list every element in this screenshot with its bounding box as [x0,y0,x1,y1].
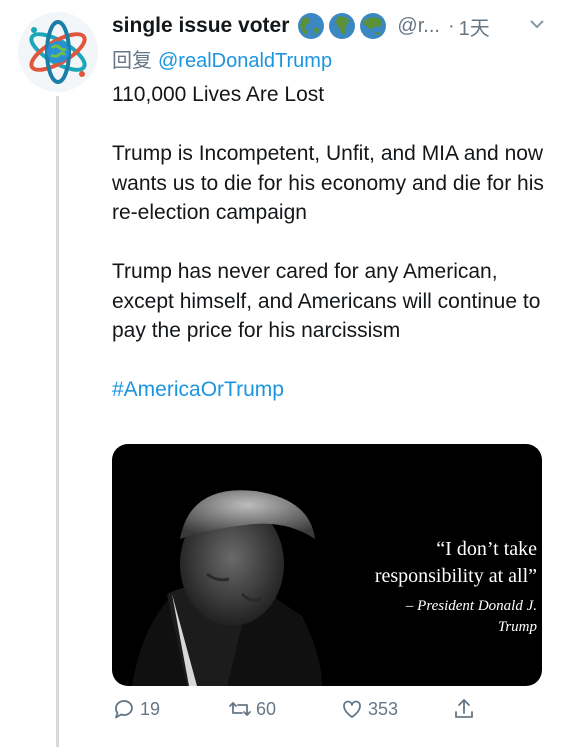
quote-line: responsibility at all” [374,565,537,587]
like-button[interactable]: 353 [340,697,398,721]
tweet-paragraph: Trump has never cared for any American, … [112,260,541,342]
quote-attribution: – President Donald J. [405,598,537,614]
share-button[interactable] [452,697,476,721]
display-name[interactable]: single issue voter [112,14,289,38]
reply-to-link[interactable]: @realDonaldTrump [158,50,332,72]
reply-icon [115,700,133,719]
quote-attribution: Trump [497,619,537,635]
tweet-actions: 19 60 353 [112,697,492,727]
retweet-button[interactable]: 60 [228,697,276,721]
tweet-paragraph: Trump is Incompetent, Unfit, and MIA and… [112,142,544,224]
retweet-icon [229,702,251,716]
retweet-count: 60 [256,698,277,719]
hashtag-link[interactable]: #AmericaOrTrump [112,375,552,405]
like-count: 353 [368,698,399,719]
quote-line: “I don’t take [436,538,537,560]
reply-context: 回复 @realDonaldTrump [112,44,332,73]
globe-americas-icon [298,13,325,39]
timestamp[interactable]: 1天 [459,12,490,41]
tweet-text: 110,000 Lives Are Lost Trump is Incompet… [112,80,552,434]
separator-dot: · [447,14,455,37]
tweet-header: single issue voter @r... · 1天 [112,10,547,42]
atom-logo-icon [29,20,87,84]
portrait-image [132,490,322,686]
thread-line [56,96,59,747]
tweet-media-image[interactable]: “I don’t take responsibility at all” – P… [112,444,542,686]
reply-prefix: 回复 [112,50,152,72]
handle[interactable]: @r... [397,15,440,38]
reply-count: 19 [140,698,161,719]
heart-icon [343,700,361,718]
reply-button[interactable]: 19 [112,697,160,721]
globe-africa-icon [329,13,356,39]
tweet-paragraph: 110,000 Lives Are Lost [112,83,325,106]
chevron-down-icon[interactable] [527,14,547,34]
quote-block: “I don’t take responsibility at all” – P… [337,536,537,638]
globe-asia-icon [360,13,387,39]
share-icon [455,699,473,718]
avatar[interactable] [18,12,98,92]
name-emojis [297,12,387,40]
